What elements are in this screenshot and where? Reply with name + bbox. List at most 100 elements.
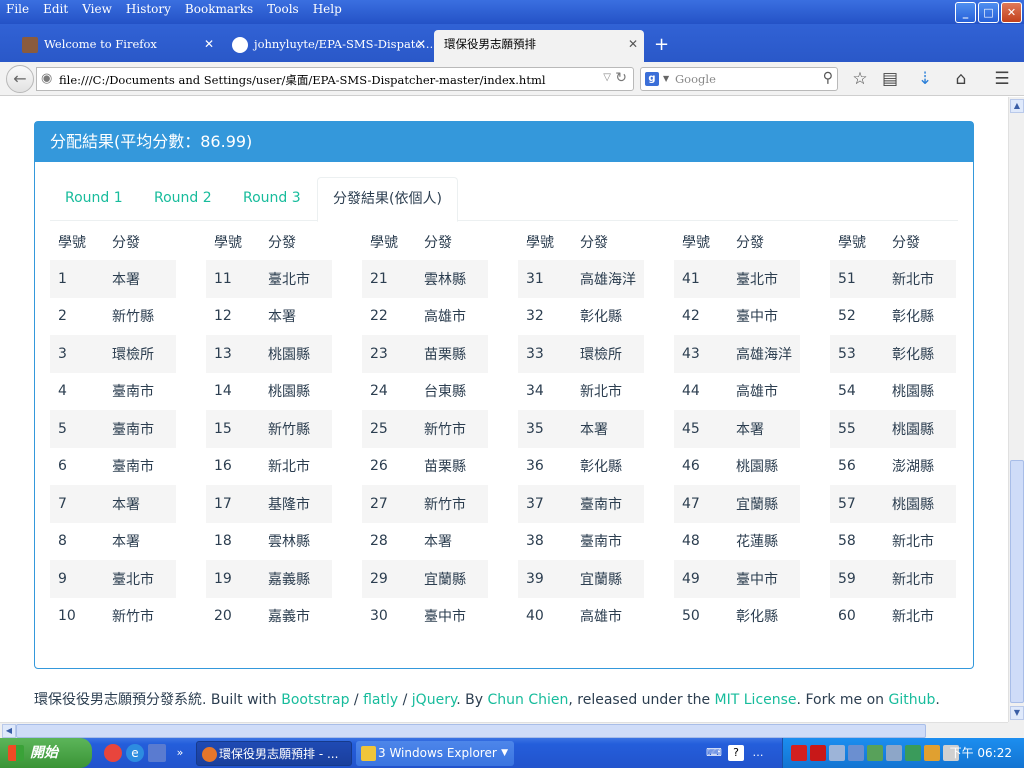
menu-bookmarks[interactable]: Bookmarks: [178, 0, 260, 20]
scroll-down-icon[interactable]: ▼: [1010, 706, 1024, 720]
student-id: 58: [838, 533, 856, 550]
close-window-button[interactable]: ✕: [1001, 2, 1022, 23]
home-icon[interactable]: ⌂: [950, 68, 972, 90]
assignment-table: 學號 分發 41 臺北市 42 臺中市 43 高雄海洋 44 高雄市 45 本署 46 桃園縣 47 宜蘭縣 4…: [674, 223, 800, 635]
horizontal-scroll-thumb[interactable]: [16, 724, 926, 738]
github-link[interactable]: Github: [888, 692, 935, 708]
scroll-left-icon[interactable]: ◀: [2, 724, 16, 738]
table-row: 18 雲林縣: [206, 523, 332, 561]
tray-app-icon[interactable]: [886, 745, 902, 761]
close-tab-icon[interactable]: ✕: [628, 30, 638, 58]
keyboard-icon[interactable]: ⌨: [706, 745, 722, 761]
antivirus-icon[interactable]: [791, 745, 807, 761]
menu-view[interactable]: View: [75, 0, 119, 20]
dropdown-arrow-icon[interactable]: ▽: [603, 72, 611, 83]
tab-title: 環保役男志願預排: [444, 37, 536, 51]
horizontal-scrollbar[interactable]: ◀: [0, 722, 1008, 738]
vertical-scroll-thumb[interactable]: [1010, 460, 1024, 703]
show-desktop-icon[interactable]: [148, 744, 166, 762]
menu-file[interactable]: File: [0, 0, 36, 20]
student-id: 5: [50, 410, 104, 448]
chrome-icon[interactable]: [104, 744, 122, 762]
menu-tools[interactable]: Tools: [260, 0, 306, 20]
download-icon[interactable]: ⇣: [914, 68, 936, 90]
jquery-link[interactable]: jQuery: [412, 692, 456, 708]
menu-icon[interactable]: ☰: [991, 68, 1013, 90]
firefox-icon: [202, 747, 217, 762]
table-row: 11 臺北市: [206, 260, 332, 298]
tab-welcome-firefox[interactable]: Welcome to Firefox ✕: [22, 30, 220, 58]
close-tab-icon[interactable]: ✕: [416, 30, 426, 58]
ati-icon[interactable]: [810, 745, 826, 761]
close-tab-icon[interactable]: ✕: [204, 30, 214, 58]
start-label: 開始: [30, 745, 58, 761]
tab-title: Welcome to Firefox: [44, 37, 157, 51]
tray-app-icon[interactable]: [848, 745, 864, 761]
reload-icon[interactable]: ↻: [615, 70, 627, 86]
new-tab-button[interactable]: +: [654, 34, 669, 55]
tab-result-by-person[interactable]: 分發結果(依個人): [317, 177, 458, 222]
network-icon[interactable]: [829, 745, 845, 761]
column-header-assignment: 分發: [112, 234, 140, 251]
maximize-button[interactable]: □: [978, 2, 999, 23]
scroll-up-icon[interactable]: ▲: [1010, 99, 1024, 113]
table-row: 28 本署: [362, 523, 488, 561]
bootstrap-link[interactable]: Bootstrap: [281, 692, 349, 708]
student-id: 32: [526, 308, 544, 325]
table-row: 60 新北市: [830, 598, 956, 636]
url-text[interactable]: file:///C:/Documents and Settings/user/桌…: [59, 72, 546, 88]
bookmark-star-icon[interactable]: ☆: [849, 68, 871, 90]
tab-round-2[interactable]: Round 2: [139, 177, 227, 221]
menu-help[interactable]: Help: [306, 0, 349, 20]
minimize-button[interactable]: _: [955, 2, 976, 23]
taskbar-task-firefox[interactable]: 環保役男志願預排 - ...: [196, 741, 352, 766]
tray-app-icon[interactable]: [867, 745, 883, 761]
tab-epa-dispatch[interactable]: 環保役男志願預排 ✕: [434, 30, 644, 62]
chevron-down-icon[interactable]: ▼: [663, 74, 669, 83]
table-row: 19 嘉義縣: [206, 560, 332, 598]
tab-github[interactable]: johnyluyte/EPA-SMS-Dispatc… ✕: [232, 30, 432, 58]
language-bar-icon[interactable]: …: [750, 745, 766, 761]
help-icon[interactable]: ?: [728, 745, 744, 761]
search-bar[interactable]: g ▼ Google ⚲: [640, 67, 838, 91]
student-id: 17: [206, 485, 260, 523]
assignment-table: 學號 分發 11 臺北市 12 本署 13 桃園縣 14 桃園縣 15 新竹縣 16 新北市 17 基隆市 18…: [206, 223, 332, 635]
menu-history[interactable]: History: [119, 0, 178, 20]
assigned-unit: 新北市: [884, 560, 956, 598]
taskbar-task-explorer[interactable]: 3 Windows Explorer ▼: [356, 741, 514, 766]
google-icon[interactable]: g: [645, 72, 659, 86]
student-id: 53: [830, 335, 884, 373]
footer-text: . By: [456, 692, 488, 708]
student-id: 29: [362, 560, 416, 598]
menu-edit[interactable]: Edit: [36, 0, 75, 20]
license-link[interactable]: MIT License: [715, 692, 797, 708]
assigned-unit: 高雄市: [736, 384, 778, 401]
author-link[interactable]: Chun Chien: [488, 692, 569, 708]
vertical-scrollbar[interactable]: ▲ ▼: [1008, 97, 1024, 722]
search-icon[interactable]: ⚲: [823, 70, 833, 86]
table-row: 59 新北市: [830, 560, 956, 598]
back-button[interactable]: ←: [6, 65, 34, 93]
footer-text: 環保役役男志願預分發系統. Built with: [34, 692, 282, 708]
tab-round-1[interactable]: Round 1: [50, 177, 138, 221]
group-dropdown-icon[interactable]: ▼: [501, 741, 508, 766]
assigned-unit: 桃園縣: [736, 459, 778, 476]
student-id: 18: [214, 533, 232, 550]
table-row: 48 花蓮縣: [674, 523, 800, 561]
student-id: 50: [682, 608, 700, 625]
assigned-unit: 新北市: [884, 260, 956, 298]
tray-app-icon[interactable]: [924, 745, 940, 761]
ie-icon[interactable]: e: [126, 744, 144, 762]
table-row: 10 新竹市: [50, 598, 176, 636]
quicklaunch-expand-icon[interactable]: »: [172, 745, 188, 761]
address-bar[interactable]: ◉ file:///C:/Documents and Settings/user…: [36, 67, 634, 91]
navigation-bar: ← ◉ file:///C:/Documents and Settings/us…: [0, 62, 1024, 96]
tray-app-icon[interactable]: [905, 745, 921, 761]
bookmarks-list-icon[interactable]: ▤: [879, 68, 901, 90]
assigned-unit: 新竹市: [112, 609, 154, 626]
flatly-link[interactable]: flatly: [363, 692, 398, 708]
assigned-unit: 桃園縣: [268, 384, 310, 401]
student-id: 23: [362, 335, 416, 373]
start-button[interactable]: 開始: [0, 738, 92, 768]
tab-round-3[interactable]: Round 3: [228, 177, 316, 221]
